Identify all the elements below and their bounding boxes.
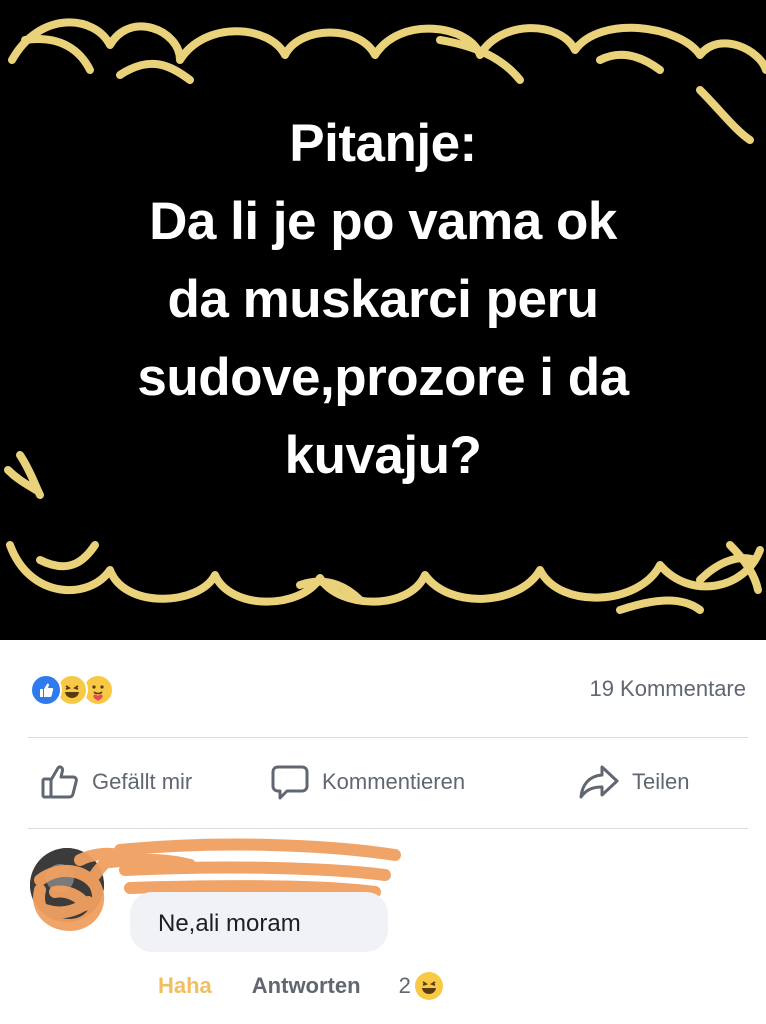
comment-reaction-count[interactable]: 2 <box>399 973 411 999</box>
reply-button[interactable]: Antworten <box>252 973 361 999</box>
haha-icon <box>414 972 443 1000</box>
comment-bubble[interactable]: Ne,ali moram <box>130 892 388 952</box>
share-button[interactable]: Teilen <box>578 762 689 802</box>
like-label: Gefällt mir <box>92 769 193 794</box>
share-label: Teilen <box>632 769 690 794</box>
comment-section: Ne,ali moram Haha Antworten 2 <box>0 830 766 1024</box>
speech-bubble-icon <box>271 765 309 800</box>
question-line: da muskarci peru <box>167 270 599 329</box>
comment-label: Kommentieren <box>322 769 466 794</box>
comment-button[interactable]: Kommentieren <box>270 762 465 802</box>
post-question-text: Pitanje: Da li je po vama ok da muskarci… <box>0 105 766 495</box>
comment-text: Ne,ali moram <box>158 910 301 937</box>
like-icon <box>30 674 62 706</box>
question-line: Da li je po vama ok <box>149 192 617 251</box>
thumbs-up-icon <box>41 765 78 799</box>
comment-haha-reaction-link[interactable]: Haha <box>158 973 212 999</box>
comment-count-link[interactable]: 19 Kommentare <box>589 676 746 702</box>
post-image[interactable]: Pitanje: Da li je po vama ok da muskarci… <box>0 0 766 640</box>
question-line: sudove,prozore i da <box>137 348 629 407</box>
reactions-summary: 19 Kommentare <box>0 660 766 720</box>
comment-meta: Haha Antworten 2 <box>158 970 443 1002</box>
share-arrow-icon <box>579 765 619 799</box>
question-line: Pitanje: <box>289 114 477 173</box>
divider <box>28 737 748 738</box>
divider <box>28 828 748 829</box>
reaction-icons[interactable] <box>30 674 140 708</box>
question-line: kuvaju? <box>284 426 482 485</box>
post-action-bar: Gefällt mir Kommentieren Teilen <box>0 748 766 818</box>
like-button[interactable]: Gefällt mir <box>40 762 192 802</box>
